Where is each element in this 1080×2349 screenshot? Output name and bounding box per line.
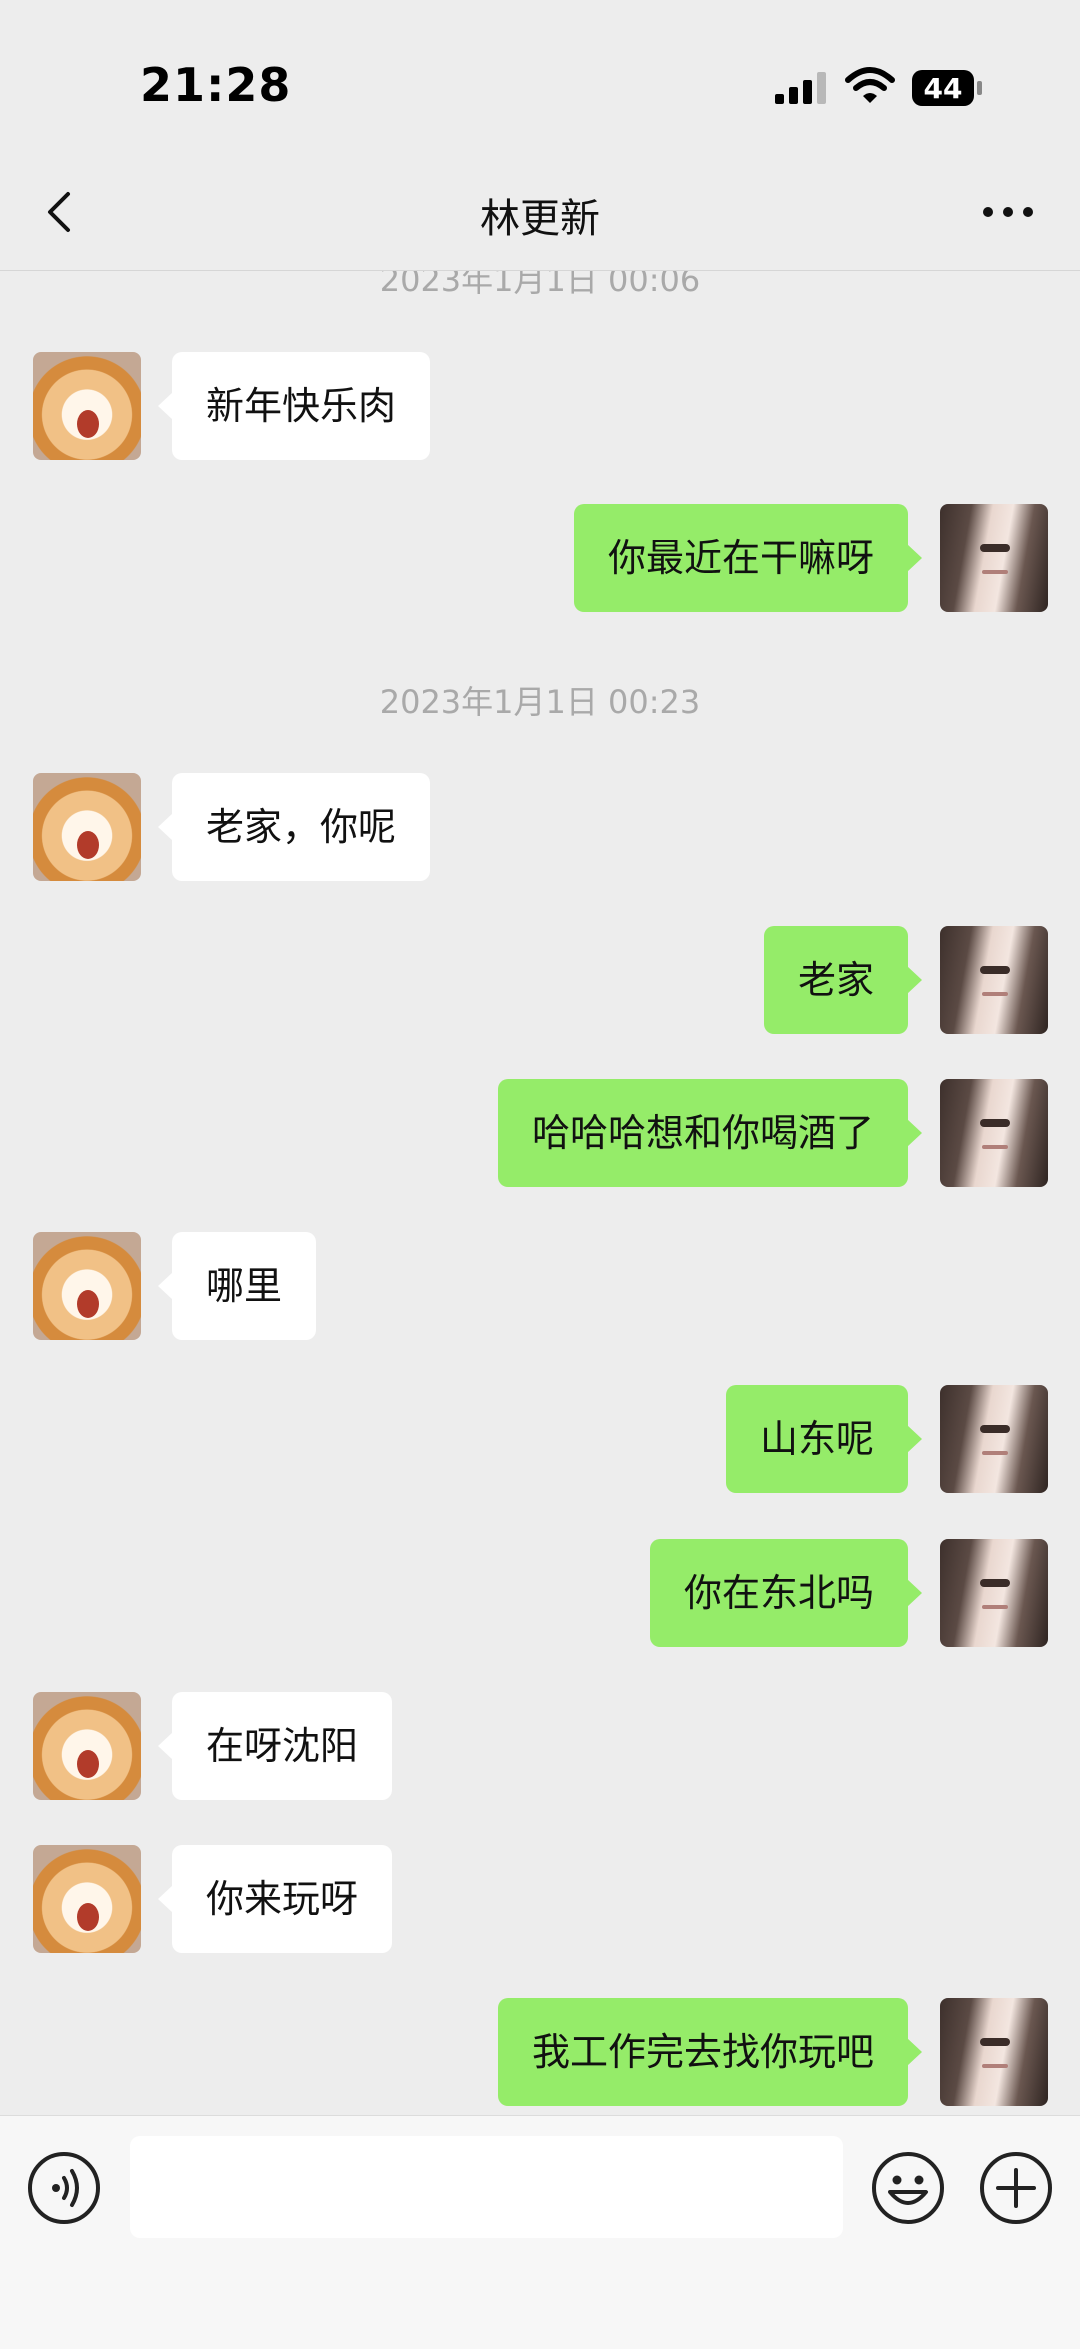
- more-dots-icon[interactable]: [980, 202, 1036, 222]
- incoming-message[interactable]: 在呀沈阳: [157, 1692, 393, 1800]
- my-avatar[interactable]: [940, 1079, 1048, 1187]
- message-list[interactable]: 2023年1月1日 00:06 新年快乐肉 你最近在干嘛呀 2023年1月1日 …: [0, 271, 1080, 2115]
- contact-avatar[interactable]: [33, 352, 141, 460]
- message-timestamp: 2023年1月1日 00:06: [379, 271, 701, 299]
- battery-icon: 44: [912, 70, 984, 106]
- status-bar: 21:28 44: [0, 0, 1080, 150]
- contact-avatar[interactable]: [33, 773, 141, 881]
- outgoing-message[interactable]: 你在东北吗: [649, 1539, 923, 1647]
- message-input[interactable]: [130, 2136, 843, 2238]
- plus-icon[interactable]: [978, 2150, 1054, 2226]
- battery-level: 44: [923, 72, 963, 105]
- outgoing-message[interactable]: 你最近在干嘛呀: [573, 504, 923, 612]
- wifi-icon: [845, 67, 895, 103]
- contact-avatar[interactable]: [33, 1692, 141, 1800]
- incoming-message[interactable]: 哪里: [157, 1232, 317, 1340]
- voice-icon[interactable]: [26, 2150, 102, 2226]
- outgoing-message[interactable]: 老家: [763, 926, 923, 1034]
- my-avatar[interactable]: [940, 504, 1048, 612]
- my-avatar[interactable]: [940, 1539, 1048, 1647]
- status-time: 21:28: [140, 58, 292, 112]
- message-timestamp: 2023年1月1日 00:23: [379, 683, 701, 721]
- incoming-message[interactable]: 你来玩呀: [157, 1845, 393, 1953]
- outgoing-message[interactable]: 山东呢: [725, 1385, 923, 1493]
- outgoing-message[interactable]: 我工作完去找你玩吧: [497, 1998, 923, 2106]
- contact-avatar[interactable]: [33, 1845, 141, 1953]
- contact-name: 林更新: [480, 196, 600, 242]
- input-bar: [0, 2115, 1080, 2349]
- incoming-message[interactable]: 老家，你呢: [157, 773, 431, 881]
- outgoing-message[interactable]: 哈哈哈想和你喝酒了: [497, 1079, 923, 1187]
- contact-avatar[interactable]: [33, 1232, 141, 1340]
- my-avatar[interactable]: [940, 1998, 1048, 2106]
- chat-header: 林更新: [0, 150, 1080, 271]
- incoming-message[interactable]: 新年快乐肉: [157, 352, 431, 460]
- signal-icon: [775, 72, 826, 104]
- emoji-icon[interactable]: [870, 2150, 946, 2226]
- my-avatar[interactable]: [940, 1385, 1048, 1493]
- my-avatar[interactable]: [940, 926, 1048, 1034]
